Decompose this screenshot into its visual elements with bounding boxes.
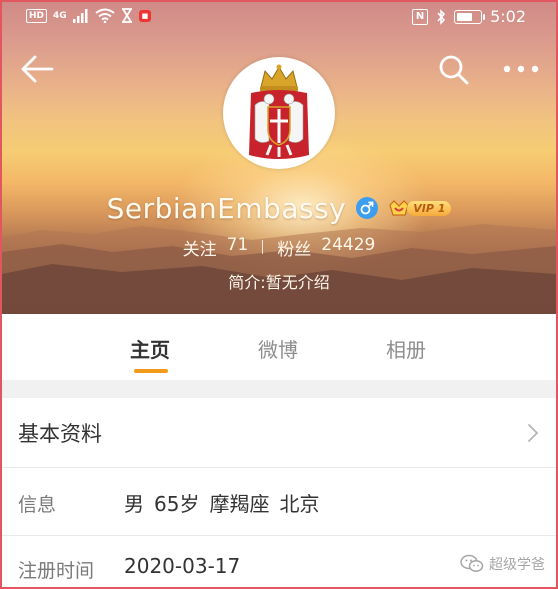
watermark-text: 超级学爸: [489, 557, 545, 573]
wifi-icon: [95, 8, 115, 23]
tab-home[interactable]: 主页: [110, 334, 190, 363]
location-value: 北京: [279, 492, 320, 516]
followers-label: 粉丝: [277, 239, 312, 260]
coat-of-arms-logo: [249, 64, 309, 159]
avatar[interactable]: [223, 57, 335, 169]
battery-icon: [454, 9, 486, 24]
hourglass-icon: [121, 8, 132, 23]
bio: 简介:暂无介绍: [228, 273, 330, 292]
status-time: 5:02: [490, 7, 526, 26]
male-icon: [356, 197, 379, 219]
tab-weibo[interactable]: 微博: [238, 334, 318, 363]
section-divider: [2, 380, 556, 398]
zodiac-value: 摩羯座: [209, 492, 270, 516]
stat-divider: [262, 240, 264, 254]
wechat-icon: [460, 554, 484, 572]
gender-value: 男: [124, 492, 144, 516]
search-icon[interactable]: [438, 54, 470, 86]
bluetooth-icon: [437, 8, 446, 25]
basic-info-title: 基本资料: [18, 422, 102, 446]
name-row: SerbianEmbassy VIP 1: [2, 188, 556, 228]
signal-icon: [72, 8, 88, 23]
registration-label: 注册时间: [18, 560, 95, 582]
following-count: 71: [226, 234, 249, 255]
battery-level: [457, 12, 472, 21]
app-notification-icon: ■: [138, 9, 152, 22]
back-arrow-icon[interactable]: [20, 54, 54, 84]
tab-album[interactable]: 相册: [366, 334, 446, 363]
followers-stat[interactable]: 粉丝 24429: [277, 235, 375, 260]
nfc-icon: N: [412, 8, 429, 25]
info-values: 男 65岁 摩羯座 北京: [124, 488, 319, 517]
profile-tabs: 主页 微博 相册: [2, 314, 556, 380]
network-type: 4G: [53, 10, 67, 21]
followers-count: 24429: [321, 234, 376, 255]
following-label: 关注: [182, 239, 217, 260]
age-value: 65岁: [154, 492, 200, 516]
info-row-profile: 信息 男 65岁 摩羯座 北京: [2, 468, 556, 536]
screenshot-frame: HD 4G ■ N 5:02 SerbianEmbassy VIP 1 关注 7…: [0, 0, 558, 589]
vip-level: VIP 1: [407, 200, 452, 216]
more-icon[interactable]: [502, 60, 540, 78]
watermark: 超级学爸: [460, 554, 545, 574]
basic-info-header[interactable]: 基本资料: [2, 398, 556, 468]
screen-name: SerbianEmbassy: [106, 191, 347, 225]
hd-indicator: HD: [26, 8, 48, 23]
chevron-right-icon: [528, 424, 539, 442]
follow-stats: 关注 71 粉丝 24429: [2, 234, 556, 260]
profile-header: HD 4G ■ N 5:02 SerbianEmbassy VIP 1 关注 7…: [2, 2, 556, 314]
info-label: 信息: [18, 494, 57, 516]
registration-values: 2020-03-17: [124, 554, 240, 578]
following-stat[interactable]: 关注 71: [183, 235, 249, 260]
registration-date: 2020-03-17: [124, 554, 241, 578]
status-bar: HD 4G ■ N 5:02: [2, 2, 556, 32]
vip-badge[interactable]: VIP 1: [388, 197, 452, 219]
active-tab-indicator: [134, 369, 168, 373]
